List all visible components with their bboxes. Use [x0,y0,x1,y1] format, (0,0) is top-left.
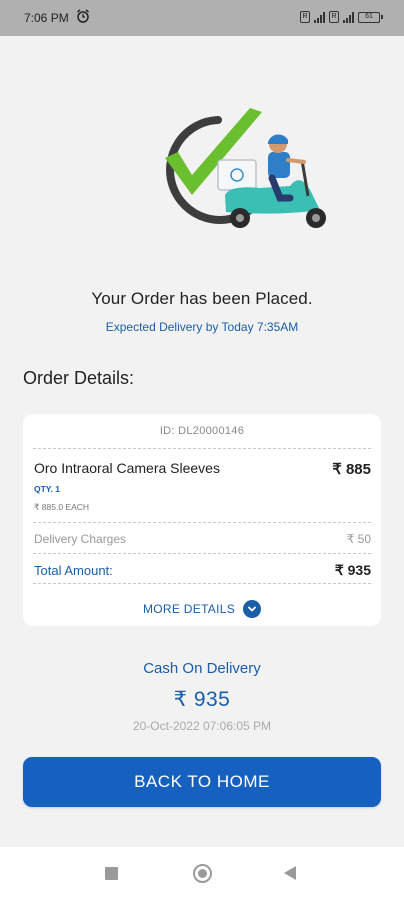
order-success-illustration [165,108,326,228]
expected-delivery-text: Expected Delivery by Today 7:35AM [105,320,299,334]
sim2-icon: R [329,11,339,23]
total-amount-value: ₹ 935 [334,562,371,578]
divider [33,448,371,449]
divider [33,553,371,554]
system-nav-bar [0,847,404,900]
order-details-card: ID: DL20000146 Oro Intraoral Camera Slee… [23,414,381,626]
delivery-charges-value: ₹ 50 [346,532,371,546]
order-id: ID: DL20000146 [159,425,245,437]
nav-home-icon[interactable] [193,864,212,883]
alarm-icon [77,9,89,23]
status-indicators: R R 61 [300,11,383,23]
signal-icon [343,11,354,23]
status-bar: 7:06 PM R R 61 [0,0,404,36]
divider [33,583,371,584]
item-unit-price: ₹ 885.0 EACH [34,502,90,512]
total-amount-label: Total Amount: [34,563,113,578]
more-details-button[interactable]: MORE DETAILS [23,600,381,618]
delivery-charges-label: Delivery Charges [34,532,127,546]
nav-recents-icon[interactable] [105,867,118,880]
back-to-home-button[interactable]: BACK TO HOME [23,757,381,807]
chevron-down-icon [243,600,262,618]
divider [33,522,371,523]
item-price: ₹ 885 [332,461,371,478]
status-time: 7:06 PM [24,11,69,25]
order-timestamp: 20-Oct-2022 07:06:05 PM [132,719,272,733]
payment-amount: ₹ 935 [173,688,231,711]
sim1-icon: R [300,11,310,23]
battery-icon: 61 [358,11,383,23]
item-quantity: QTY. 1 [34,484,60,494]
delivery-scooter-icon [217,134,326,228]
more-details-label: MORE DETAILS [142,602,236,616]
payment-method: Cash On Delivery [143,660,261,677]
nav-back-icon[interactable] [284,866,296,880]
item-name: Oro Intraoral Camera Sleeves [34,460,220,476]
order-placed-title: Your Order has been Placed. [91,289,313,308]
order-details-heading: Order Details: [23,368,135,388]
signal-icon [314,11,325,23]
